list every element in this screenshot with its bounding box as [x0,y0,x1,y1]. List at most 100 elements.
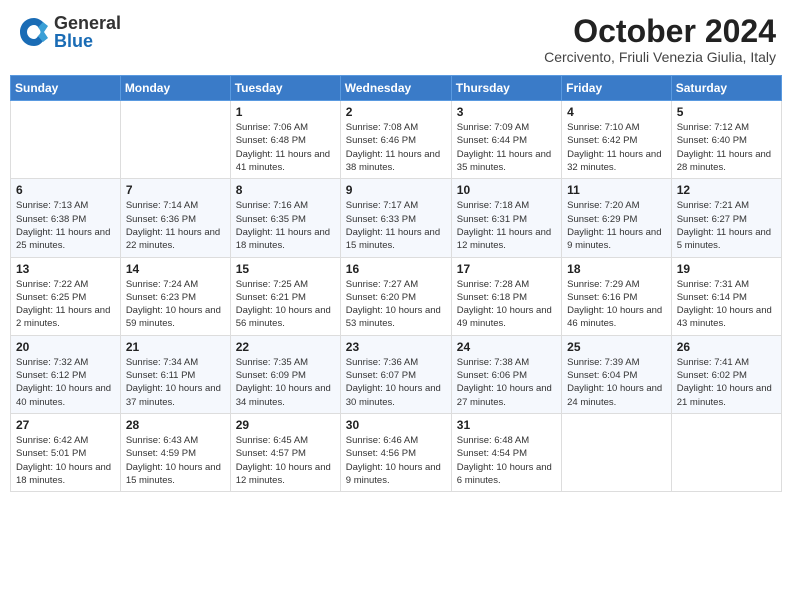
day-number: 31 [457,418,556,432]
day-number: 27 [16,418,115,432]
calendar-cell: 1 Sunrise: 7:06 AM Sunset: 6:48 PM Daylig… [230,101,340,179]
weekday-header-wednesday: Wednesday [340,76,451,101]
calendar-week-2: 6 Sunrise: 7:13 AM Sunset: 6:38 PM Daylig… [11,179,782,257]
day-info: Sunrise: 7:14 AM Sunset: 6:36 PM Dayligh… [126,199,225,252]
day-info: Sunrise: 7:18 AM Sunset: 6:31 PM Dayligh… [457,199,556,252]
calendar-cell [11,101,121,179]
calendar-cell: 6 Sunrise: 7:13 AM Sunset: 6:38 PM Daylig… [11,179,121,257]
day-info: Sunrise: 7:28 AM Sunset: 6:18 PM Dayligh… [457,278,556,331]
calendar-cell: 27 Sunrise: 6:42 AM Sunset: 5:01 PM Dayli… [11,413,121,491]
calendar-cell: 18 Sunrise: 7:29 AM Sunset: 6:16 PM Dayli… [562,257,672,335]
day-info: Sunrise: 7:10 AM Sunset: 6:42 PM Dayligh… [567,121,666,174]
day-number: 2 [346,105,446,119]
calendar-cell: 11 Sunrise: 7:20 AM Sunset: 6:29 PM Dayli… [562,179,672,257]
calendar-cell: 15 Sunrise: 7:25 AM Sunset: 6:21 PM Dayli… [230,257,340,335]
day-info: Sunrise: 7:08 AM Sunset: 6:46 PM Dayligh… [346,121,446,174]
day-number: 23 [346,340,446,354]
day-number: 12 [677,183,776,197]
calendar-week-3: 13Sunrise: 7:22 AM Sunset: 6:25 PM Dayli… [11,257,782,335]
day-info: Sunrise: 7:38 AM Sunset: 6:06 PM Dayligh… [457,356,556,409]
calendar-cell: 17 Sunrise: 7:28 AM Sunset: 6:18 PM Dayli… [451,257,561,335]
day-number: 6 [16,183,115,197]
day-number: 26 [677,340,776,354]
day-info: Sunrise: 7:06 AM Sunset: 6:48 PM Dayligh… [236,121,335,174]
day-info: Sunrise: 7:22 AM Sunset: 6:25 PM Dayligh… [16,278,115,331]
day-number: 24 [457,340,556,354]
weekday-header-tuesday: Tuesday [230,76,340,101]
day-info: Sunrise: 6:42 AM Sunset: 5:01 PM Dayligh… [16,434,115,487]
day-number: 14 [126,262,225,276]
day-info: Sunrise: 7:29 AM Sunset: 6:16 PM Dayligh… [567,278,666,331]
calendar-cell: 3 Sunrise: 7:09 AM Sunset: 6:44 PM Daylig… [451,101,561,179]
day-info: Sunrise: 7:21 AM Sunset: 6:27 PM Dayligh… [677,199,776,252]
calendar-cell: 24 Sunrise: 7:38 AM Sunset: 6:06 PM Dayli… [451,335,561,413]
day-number: 19 [677,262,776,276]
day-number: 17 [457,262,556,276]
page-header: General Blue October 2024 Cercivento, Fr… [10,10,782,69]
calendar-header: SundayMondayTuesdayWednesdayThursdayFrid… [11,76,782,101]
day-info: Sunrise: 7:25 AM Sunset: 6:21 PM Dayligh… [236,278,335,331]
day-number: 20 [16,340,115,354]
day-number: 30 [346,418,446,432]
logo-text: General Blue [54,14,121,50]
calendar-cell: 14 Sunrise: 7:24 AM Sunset: 6:23 PM Dayli… [120,257,230,335]
day-number: 3 [457,105,556,119]
day-info: Sunrise: 7:24 AM Sunset: 6:23 PM Dayligh… [126,278,225,331]
calendar-cell: 29Sunrise: 6:45 AM Sunset: 4:57 PM Dayli… [230,413,340,491]
day-info: Sunrise: 7:17 AM Sunset: 6:33 PM Dayligh… [346,199,446,252]
calendar-cell: 16Sunrise: 7:27 AM Sunset: 6:20 PM Dayli… [340,257,451,335]
calendar-table: SundayMondayTuesdayWednesdayThursdayFrid… [10,75,782,492]
day-number: 5 [677,105,776,119]
calendar-cell: 7 Sunrise: 7:14 AM Sunset: 6:36 PM Daylig… [120,179,230,257]
day-info: Sunrise: 7:36 AM Sunset: 6:07 PM Dayligh… [346,356,446,409]
day-number: 15 [236,262,335,276]
day-info: Sunrise: 7:20 AM Sunset: 6:29 PM Dayligh… [567,199,666,252]
day-number: 18 [567,262,666,276]
day-number: 11 [567,183,666,197]
calendar-cell: 23 Sunrise: 7:36 AM Sunset: 6:07 PM Dayli… [340,335,451,413]
calendar-cell: 22 Sunrise: 7:35 AM Sunset: 6:09 PM Dayli… [230,335,340,413]
calendar-cell: 2 Sunrise: 7:08 AM Sunset: 6:46 PM Daylig… [340,101,451,179]
day-info: Sunrise: 7:35 AM Sunset: 6:09 PM Dayligh… [236,356,335,409]
day-number: 4 [567,105,666,119]
weekday-header-sunday: Sunday [11,76,121,101]
calendar-week-5: 27 Sunrise: 6:42 AM Sunset: 5:01 PM Dayli… [11,413,782,491]
day-info: Sunrise: 7:12 AM Sunset: 6:40 PM Dayligh… [677,121,776,174]
day-number: 25 [567,340,666,354]
day-info: Sunrise: 6:46 AM Sunset: 4:56 PM Dayligh… [346,434,446,487]
day-number: 8 [236,183,335,197]
calendar-cell: 20 Sunrise: 7:32 AM Sunset: 6:12 PM Dayli… [11,335,121,413]
day-info: Sunrise: 7:31 AM Sunset: 6:14 PM Dayligh… [677,278,776,331]
location-text: Cercivento, Friuli Venezia Giulia, Italy [544,49,776,65]
calendar-cell [671,413,781,491]
calendar-cell: 8Sunrise: 7:16 AM Sunset: 6:35 PM Daylig… [230,179,340,257]
day-number: 7 [126,183,225,197]
calendar-cell: 5 Sunrise: 7:12 AM Sunset: 6:40 PM Daylig… [671,101,781,179]
day-number: 1 [236,105,335,119]
logo-general-text: General [54,14,121,32]
day-info: Sunrise: 7:13 AM Sunset: 6:38 PM Dayligh… [16,199,115,252]
calendar-cell: 21 Sunrise: 7:34 AM Sunset: 6:11 PM Dayli… [120,335,230,413]
logo: General Blue [16,14,121,50]
day-number: 28 [126,418,225,432]
day-number: 22 [236,340,335,354]
title-section: October 2024 Cercivento, Friuli Venezia … [544,14,776,65]
calendar-cell: 13Sunrise: 7:22 AM Sunset: 6:25 PM Dayli… [11,257,121,335]
weekday-header-monday: Monday [120,76,230,101]
calendar-cell: 30 Sunrise: 6:46 AM Sunset: 4:56 PM Dayli… [340,413,451,491]
day-info: Sunrise: 7:39 AM Sunset: 6:04 PM Dayligh… [567,356,666,409]
weekday-header-row: SundayMondayTuesdayWednesdayThursdayFrid… [11,76,782,101]
day-info: Sunrise: 7:32 AM Sunset: 6:12 PM Dayligh… [16,356,115,409]
calendar-cell: 12 Sunrise: 7:21 AM Sunset: 6:27 PM Dayli… [671,179,781,257]
calendar-cell [562,413,672,491]
logo-blue-text: Blue [54,32,121,50]
day-info: Sunrise: 6:45 AM Sunset: 4:57 PM Dayligh… [236,434,335,487]
calendar-cell: 4 Sunrise: 7:10 AM Sunset: 6:42 PM Daylig… [562,101,672,179]
weekday-header-saturday: Saturday [671,76,781,101]
day-number: 21 [126,340,225,354]
day-info: Sunrise: 6:48 AM Sunset: 4:54 PM Dayligh… [457,434,556,487]
calendar-cell [120,101,230,179]
day-info: Sunrise: 7:09 AM Sunset: 6:44 PM Dayligh… [457,121,556,174]
calendar-cell: 19 Sunrise: 7:31 AM Sunset: 6:14 PM Dayli… [671,257,781,335]
day-info: Sunrise: 7:34 AM Sunset: 6:11 PM Dayligh… [126,356,225,409]
